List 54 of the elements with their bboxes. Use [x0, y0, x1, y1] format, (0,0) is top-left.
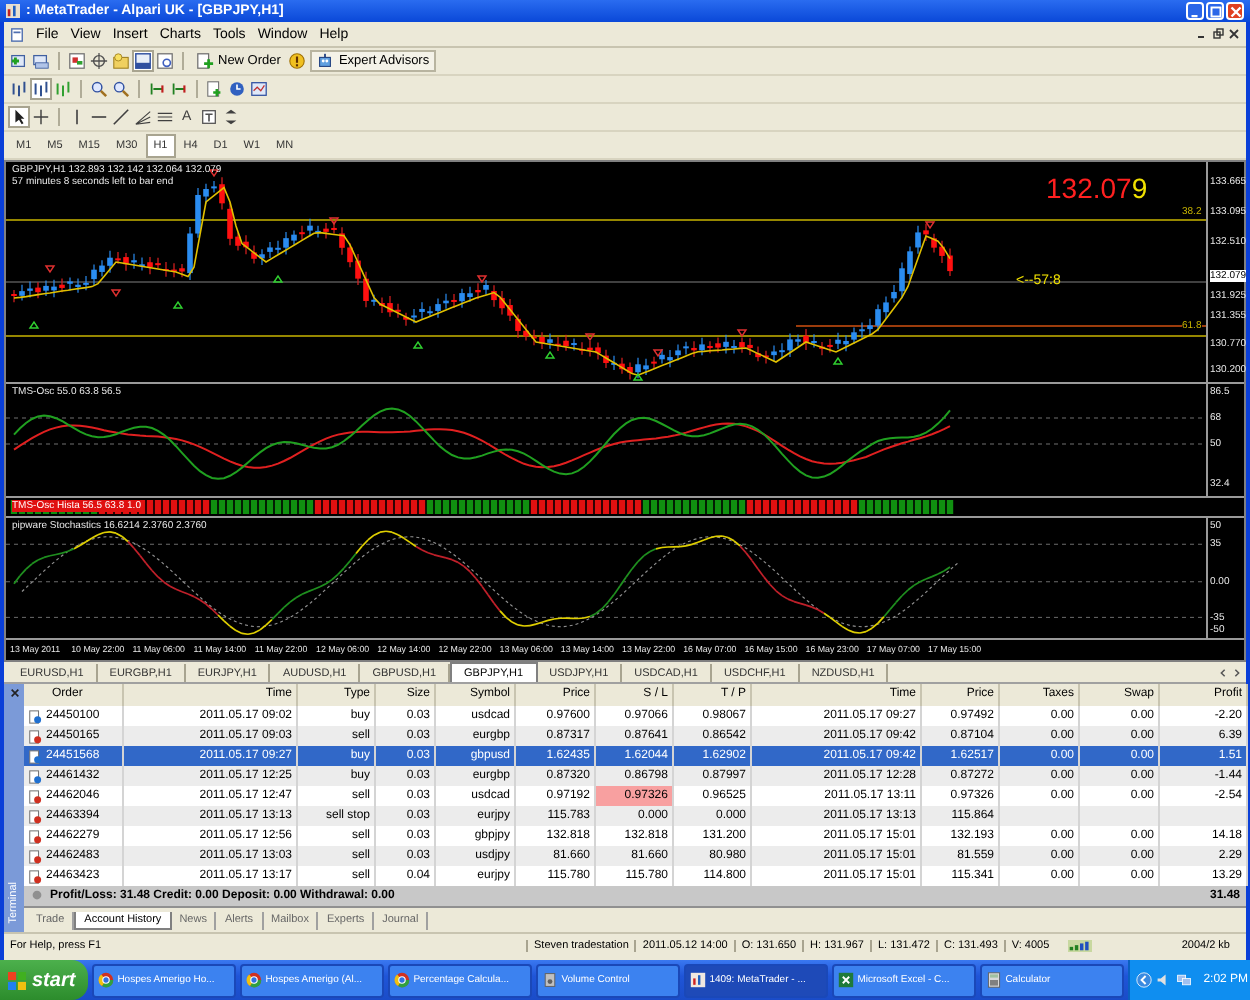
close-icon[interactable] — [9, 688, 19, 698]
windows-flag-icon — [8, 971, 26, 989]
market-watch-icon[interactable] — [68, 52, 86, 70]
arrows-icon[interactable] — [221, 108, 240, 126]
browser-icon — [393, 972, 410, 988]
close-icon — [1229, 5, 1241, 17]
template-icon[interactable] — [250, 80, 268, 98]
text-label-icon[interactable] — [199, 108, 218, 126]
terminal-icon[interactable] — [134, 52, 152, 70]
maximize-button[interactable] — [1206, 2, 1224, 20]
navigator-icon[interactable] — [90, 52, 108, 70]
tester-icon[interactable] — [156, 52, 174, 70]
sum-icon — [30, 888, 44, 903]
browser-icon — [97, 972, 114, 988]
channel-icon[interactable] — [156, 108, 174, 126]
cursor-icon[interactable] — [10, 108, 28, 126]
close-icon[interactable] — [1228, 28, 1240, 40]
restore-icon[interactable] — [1212, 28, 1224, 40]
profiles-icon[interactable] — [32, 52, 50, 70]
bar-chart-icon[interactable] — [10, 80, 28, 98]
arrow-icon[interactable] — [1135, 972, 1152, 988]
price-last-digit: 9 — [1131, 174, 1148, 204]
scroll-right-icon[interactable] — [1232, 667, 1242, 677]
trend-line-icon[interactable] — [112, 108, 130, 126]
candle-chart-icon[interactable] — [32, 80, 50, 98]
network-icon[interactable] — [1175, 972, 1192, 988]
speaker-icon — [541, 972, 558, 988]
robot-icon — [316, 52, 335, 70]
spreadsheet-icon — [837, 972, 854, 988]
close-button[interactable] — [1226, 2, 1244, 20]
connection-bars-icon — [1067, 939, 1092, 951]
warning-icon[interactable] — [288, 52, 307, 70]
zoom-out-icon[interactable] — [112, 80, 130, 98]
browser-icon — [245, 972, 262, 988]
document-icon[interactable] — [10, 27, 24, 41]
chart-app-icon — [689, 972, 706, 988]
maximize-icon — [1209, 5, 1221, 17]
price-display: 132.07 — [1046, 174, 1132, 204]
speaker-icon[interactable] — [1155, 972, 1172, 988]
chart-shift-icon[interactable] — [170, 80, 188, 98]
scroll-left-icon[interactable] — [1218, 667, 1228, 677]
indicator-icon[interactable] — [206, 80, 224, 98]
new-chart-icon[interactable] — [10, 52, 28, 70]
zoom-in-icon[interactable] — [90, 80, 108, 98]
crosshair-icon[interactable] — [32, 108, 50, 126]
minimize-button[interactable] — [1186, 2, 1204, 20]
clock-icon[interactable] — [228, 80, 246, 98]
autoscroll-icon[interactable] — [148, 80, 166, 98]
document-plus-icon — [196, 52, 214, 70]
calculator-icon — [985, 972, 1002, 988]
order-document-icon — [28, 749, 42, 763]
order-document-icon — [28, 729, 42, 743]
fan-icon[interactable] — [134, 108, 152, 126]
app-icon — [6, 4, 20, 18]
